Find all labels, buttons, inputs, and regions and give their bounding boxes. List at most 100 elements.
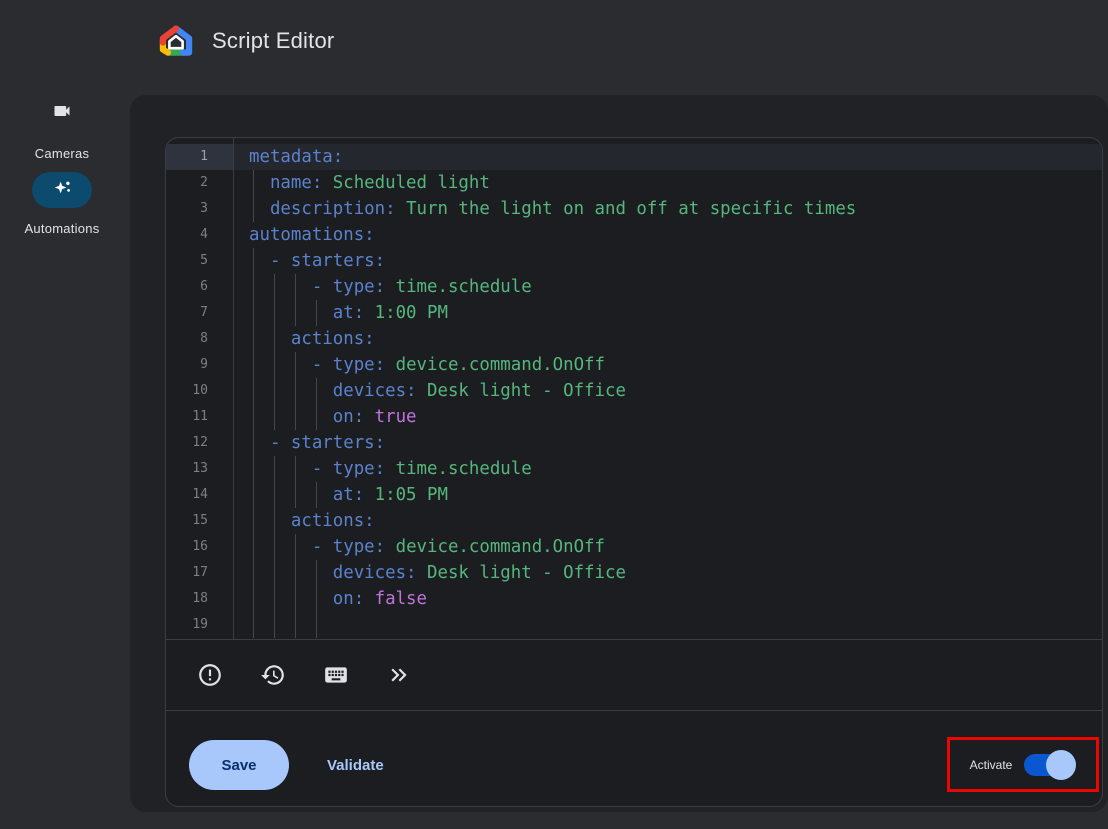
- code-token: false: [364, 589, 427, 609]
- code-token: - type:: [249, 277, 385, 297]
- code-line-text: devices: Desk light - Office: [233, 378, 1102, 404]
- history-button[interactable]: [260, 662, 286, 688]
- code-token: on:: [249, 589, 364, 609]
- line-number: 12: [166, 430, 233, 456]
- line-number: 16: [166, 534, 233, 560]
- error-outline-icon: [197, 662, 223, 688]
- code-line[interactable]: 16 - type: device.command.OnOff: [166, 534, 1102, 560]
- code-line-text: - type: device.command.OnOff: [233, 534, 1102, 560]
- code-line[interactable]: 10 devices: Desk light - Office: [166, 378, 1102, 404]
- code-line-text: [233, 612, 1102, 638]
- history-icon: [260, 662, 286, 688]
- indent-guide: [295, 352, 296, 378]
- code-line[interactable]: 15 actions:: [166, 508, 1102, 534]
- code-token: at:: [249, 303, 364, 323]
- code-token: Scheduled light: [322, 173, 490, 193]
- code-line[interactable]: 6 - type: time.schedule: [166, 274, 1102, 300]
- code-line[interactable]: 7 at: 1:00 PM: [166, 300, 1102, 326]
- code-line[interactable]: 19: [166, 612, 1102, 638]
- code-line[interactable]: 1 metadata:: [166, 144, 1102, 170]
- code-token: actions:: [249, 511, 375, 531]
- indent-guide: [316, 560, 317, 586]
- indent-guide: [316, 300, 317, 326]
- code-token: - type:: [249, 459, 385, 479]
- indent-guide: [295, 534, 296, 560]
- indent-guide: [253, 248, 254, 274]
- code-line[interactable]: 8 actions:: [166, 326, 1102, 352]
- code-token: device.command.OnOff: [385, 537, 605, 557]
- indent-guide: [316, 482, 317, 508]
- code-line[interactable]: 11 on: true: [166, 404, 1102, 430]
- code-token: time.schedule: [385, 459, 532, 479]
- code-line-text: actions:: [233, 326, 1102, 352]
- code-line-text: at: 1:00 PM: [233, 300, 1102, 326]
- code-line[interactable]: 13 - type: time.schedule: [166, 456, 1102, 482]
- sidebar-item-automations[interactable]: Automations: [0, 172, 124, 236]
- double-chevron-right-button[interactable]: [386, 662, 412, 688]
- indent-guide: [253, 586, 254, 612]
- annotation-highlight-box: Activate: [947, 737, 1099, 792]
- double-chevron-right-icon: [386, 662, 412, 688]
- line-number: 15: [166, 508, 233, 534]
- indent-guide: [274, 508, 275, 534]
- code-line[interactable]: 9 - type: device.command.OnOff: [166, 352, 1102, 378]
- line-number: 1: [166, 144, 233, 170]
- code-line[interactable]: 18 on: false: [166, 586, 1102, 612]
- indent-guide: [253, 274, 254, 300]
- page-title: Script Editor: [212, 28, 334, 54]
- code-token: Desk light - Office: [417, 563, 626, 583]
- code-line-text: metadata:: [233, 144, 1102, 170]
- code-line-text: automations:: [233, 222, 1102, 248]
- code-line[interactable]: 3 description: Turn the light on and off…: [166, 196, 1102, 222]
- line-number: 3: [166, 196, 233, 222]
- code-token: actions:: [249, 329, 375, 349]
- code-line-text: on: false: [233, 586, 1102, 612]
- code-token: on:: [249, 407, 364, 427]
- code-token: - starters:: [249, 251, 385, 271]
- error-outline-button[interactable]: [197, 662, 223, 688]
- keyboard-icon: [323, 662, 349, 688]
- code-line[interactable]: 2 name: Scheduled light: [166, 170, 1102, 196]
- indent-guide: [253, 300, 254, 326]
- indent-guide: [274, 456, 275, 482]
- code-token: metadata:: [249, 147, 343, 167]
- code-line[interactable]: 5 - starters:: [166, 248, 1102, 274]
- validate-button[interactable]: Validate: [321, 740, 390, 790]
- activate-toggle[interactable]: [1024, 754, 1072, 776]
- indent-guide: [253, 170, 254, 196]
- code-token: at:: [249, 485, 364, 505]
- sidebar-item-cameras[interactable]: Cameras: [0, 101, 124, 161]
- indent-guide: [253, 560, 254, 586]
- line-number: 7: [166, 300, 233, 326]
- code-line[interactable]: 12 - starters:: [166, 430, 1102, 456]
- indent-guide: [274, 534, 275, 560]
- code-token: time.schedule: [385, 277, 532, 297]
- indent-guide: [295, 586, 296, 612]
- indent-guide: [295, 300, 296, 326]
- sparkle-icon: [52, 178, 72, 203]
- code-editor[interactable]: 1 metadata: 2 name: Scheduled light3 descr…: [166, 138, 1102, 639]
- indent-guide: [274, 274, 275, 300]
- code-token: 1:05 PM: [364, 485, 448, 505]
- code-token: 1:00 PM: [364, 303, 448, 323]
- code-line[interactable]: 4automations:: [166, 222, 1102, 248]
- action-bar: Save Validate Activate: [166, 711, 1102, 806]
- indent-guide: [253, 508, 254, 534]
- line-number: 4: [166, 222, 233, 248]
- line-number: 5: [166, 248, 233, 274]
- line-number: 9: [166, 352, 233, 378]
- indent-guide: [316, 586, 317, 612]
- toggle-thumb: [1046, 750, 1076, 780]
- indent-guide: [316, 404, 317, 430]
- code-line[interactable]: 14 at: 1:05 PM: [166, 482, 1102, 508]
- save-button[interactable]: Save: [189, 740, 289, 790]
- indent-guide: [295, 560, 296, 586]
- code-line[interactable]: 17 devices: Desk light - Office: [166, 560, 1102, 586]
- keyboard-button[interactable]: [323, 662, 349, 688]
- code-line-text: - type: time.schedule: [233, 274, 1102, 300]
- indent-guide: [274, 352, 275, 378]
- indent-guide: [274, 300, 275, 326]
- line-number: 11: [166, 404, 233, 430]
- activate-label: Activate: [970, 758, 1013, 772]
- code-line-text: - starters:: [233, 430, 1102, 456]
